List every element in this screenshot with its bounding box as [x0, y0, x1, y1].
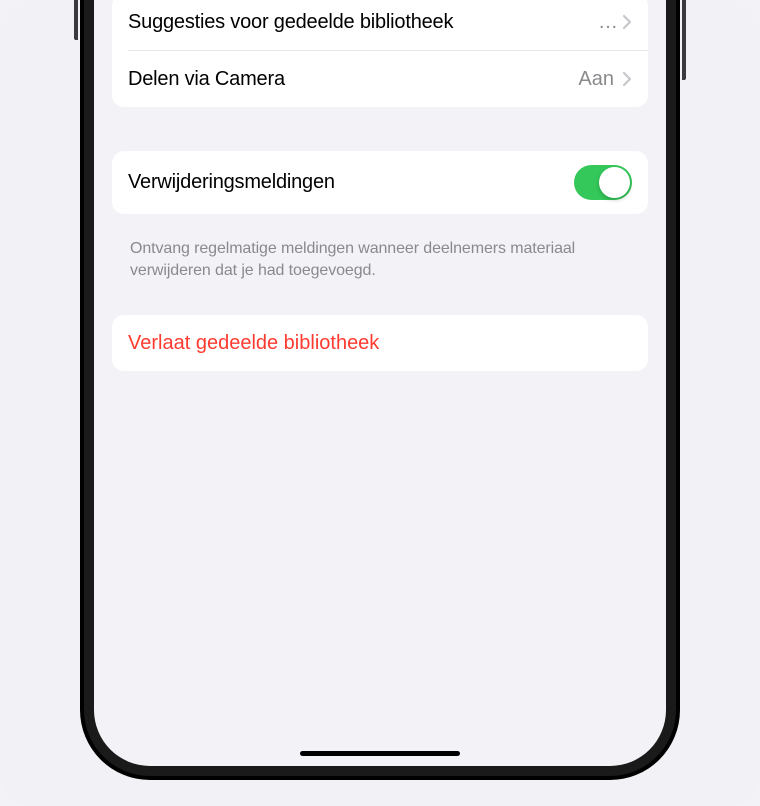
settings-group-sharing: Suggesties voor gedeelde bibliotheek … D…: [112, 0, 648, 107]
row-label: Delen via Camera: [128, 68, 578, 91]
toggle-knob: [599, 167, 630, 198]
row-shared-library-suggestions[interactable]: Suggesties voor gedeelde bibliotheek …: [112, 0, 648, 50]
destructive-action-label: Verlaat gedeelde bibliotheek: [128, 332, 379, 355]
chevron-right-icon: [622, 14, 632, 30]
row-value: Aan: [578, 68, 614, 91]
truncation-indicator: …: [598, 11, 618, 34]
settings-screen: Suggesties voor gedeelde bibliotheek … D…: [94, 0, 666, 766]
row-deletion-notifications[interactable]: Verwijderingsmeldingen: [112, 151, 648, 214]
row-label: Suggesties voor gedeelde bibliotheek: [128, 11, 592, 34]
toggle-switch[interactable]: [574, 165, 632, 200]
home-indicator[interactable]: [300, 751, 460, 756]
device-frame: Suggesties voor gedeelde bibliotheek … D…: [80, 0, 680, 780]
settings-group-leave: Verlaat gedeelde bibliotheek: [112, 315, 648, 371]
group-footer-text: Ontvang regelmatige meldingen wanneer de…: [112, 230, 648, 303]
row-label: Verwijderingsmeldingen: [128, 171, 574, 194]
row-share-via-camera[interactable]: Delen via Camera Aan: [112, 51, 648, 107]
device-side-button-right: [682, 0, 686, 80]
device-side-button-left: [74, 0, 78, 40]
chevron-right-icon: [622, 71, 632, 87]
settings-group-notifications: Verwijderingsmeldingen: [112, 151, 648, 214]
row-leave-shared-library[interactable]: Verlaat gedeelde bibliotheek: [112, 315, 648, 371]
